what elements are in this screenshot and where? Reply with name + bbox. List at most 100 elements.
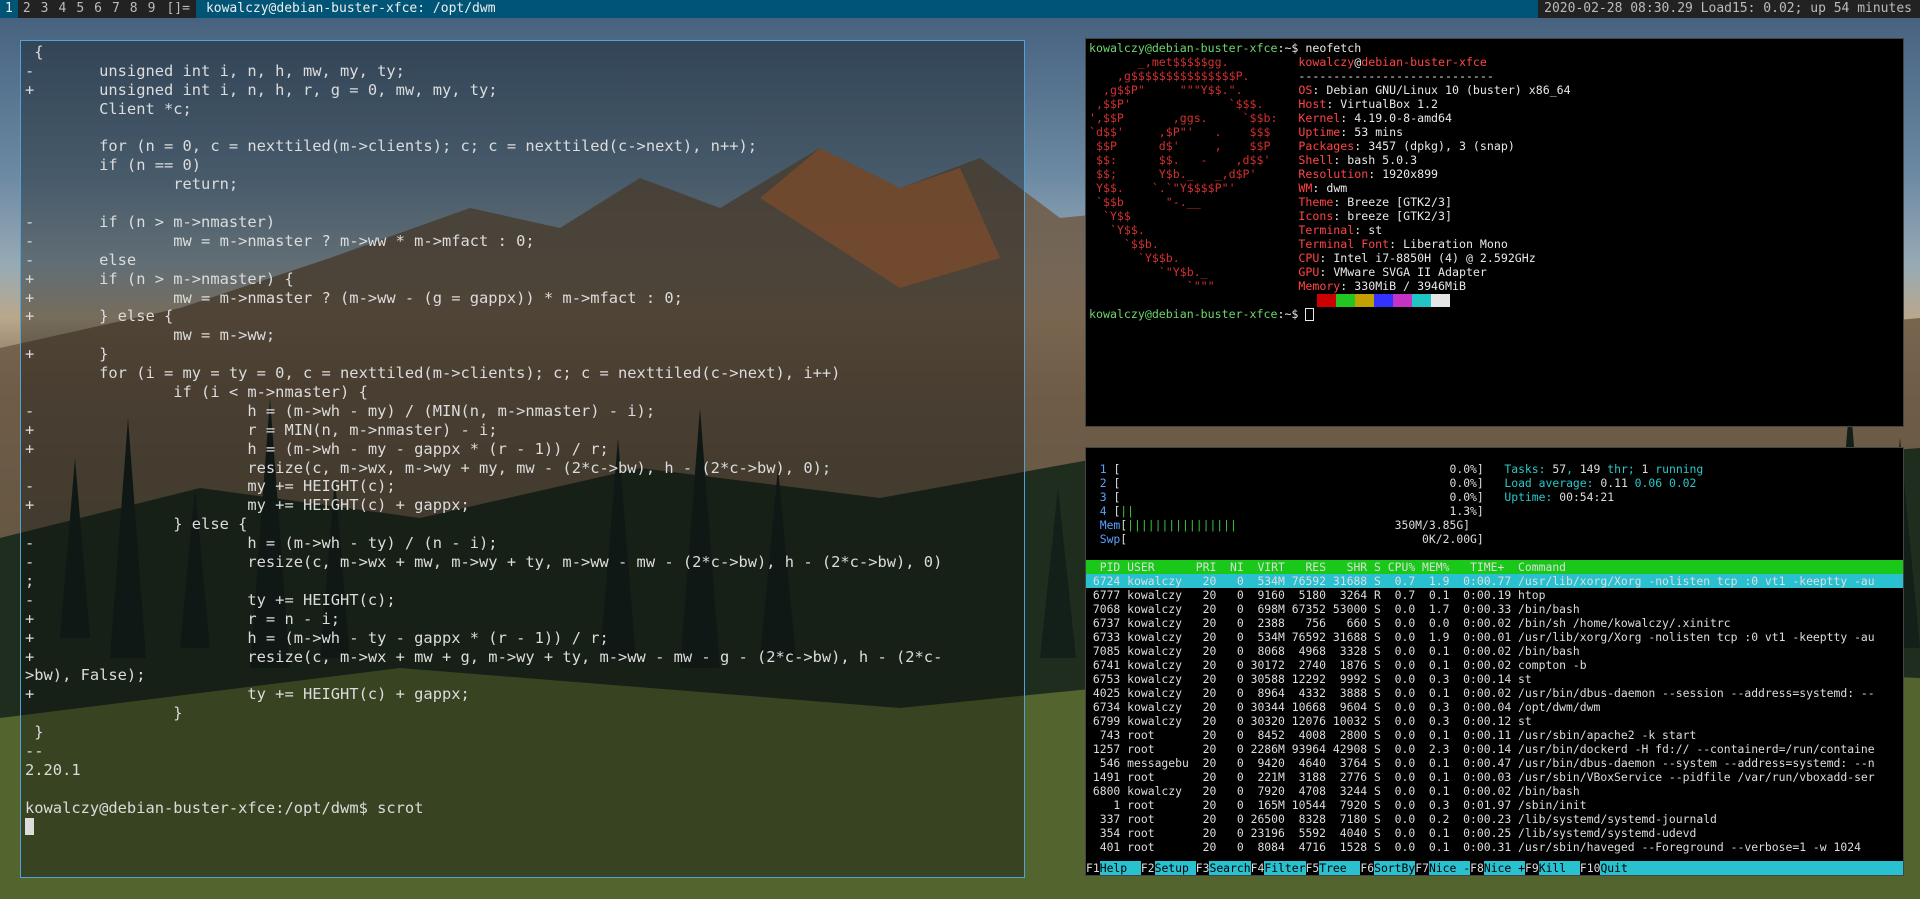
uptime-value: 00:54:21 — [1559, 490, 1615, 504]
tag-1[interactable]: 1 — [0, 0, 18, 18]
layout-symbol[interactable]: []= — [160, 0, 196, 18]
process-row[interactable]: 354 root 20 0 23196 5592 4040 S 0.0 0.1 … — [1086, 826, 1903, 840]
process-row[interactable]: 6734 kowalczy 20 0 30344 10668 9604 S 0.… — [1086, 700, 1903, 714]
fkey-label: Quit — [1600, 861, 1628, 875]
neofetch-line: `Y$$. Terminal: st — [1089, 223, 1383, 237]
fkey-label: Search — [1209, 861, 1251, 875]
fkey-label: Nice - — [1428, 861, 1471, 875]
htop-output: 1 [ 0.0%] Tasks: 57, 149 thr; 1 running … — [1086, 448, 1903, 854]
cpu-number: 4 — [1086, 504, 1114, 518]
process-row[interactable]: 6741 kowalczy 20 0 30172 2740 1876 S 0.0… — [1086, 658, 1903, 672]
fkey-filter[interactable]: F4Filter — [1250, 861, 1306, 875]
fkey-nice[interactable]: F8Nice + — [1470, 861, 1525, 875]
info-key: Icons — [1298, 209, 1334, 223]
fkey-help[interactable]: F1Help — [1086, 861, 1141, 875]
code-line: if (i < m->nmaster) { — [25, 383, 368, 402]
process-row[interactable]: 4025 kowalczy 20 0 8964 4332 3888 S 0.0 … — [1086, 686, 1903, 700]
window-title[interactable]: kowalczy@debian-buster-xfce: /opt/dwm — [196, 0, 1538, 18]
terminal-git-diff[interactable]: {- unsigned int i, n, h, mw, my, ty; + un… — [20, 40, 1025, 878]
cpu-bar — [1120, 462, 1442, 476]
process-row[interactable]: 401 root 20 0 8084 4716 1528 S 0.0 0.1 0… — [1086, 840, 1903, 854]
tag-2[interactable]: 2 — [17, 0, 36, 18]
neofetch-line: _,met$$$$$gg. kowalczy@debian-buster-xfc… — [1089, 55, 1487, 69]
color-swatch — [1298, 294, 1318, 307]
process-row[interactable]: 337 root 20 0 26500 8328 7180 S 0.0 0.2 … — [1086, 812, 1903, 826]
fkey-label: Tree — [1319, 861, 1361, 875]
code-line: } else { — [25, 515, 248, 534]
code-line: + r = n - i; — [25, 609, 341, 628]
code-line: - resize(c, m->wx + mw, m->wy + ty, m->w… — [25, 553, 943, 572]
process-row[interactable]: 1491 root 20 0 221M 3188 2776 S 0.0 0.1 … — [1086, 770, 1903, 784]
process-row[interactable]: 6724 kowalczy 20 0 534M 76592 31688 S 0.… — [1086, 574, 1903, 588]
tag-6[interactable]: 6 — [89, 0, 107, 18]
info-key: Kernel — [1298, 111, 1341, 125]
prompt-user: kowalczy@debian-buster-xfce — [1089, 307, 1278, 321]
process-row[interactable]: 7068 kowalczy 20 0 698M 67352 53000 S 0.… — [1086, 602, 1903, 616]
code-line: } — [25, 723, 44, 742]
fkey-quit[interactable]: F10Quit — [1579, 861, 1628, 875]
code-line: + h = (m->wh - my - gappx * (r - 1)) / r… — [25, 439, 609, 458]
htop-line: 3 [ 0.0%] Uptime: 00:54:21 — [1086, 490, 1615, 504]
htop-line: 2 [ 0.0%] Load average: 0.11 0.06 0.02 — [1086, 476, 1697, 490]
process-row[interactable]: 6799 kowalczy 20 0 30320 12076 10032 S 0… — [1086, 714, 1903, 728]
neofetch-line: `Y$$b. CPU: Intel i7-8850H (4) @ 2.592GH… — [1089, 251, 1536, 265]
tag-8[interactable]: 8 — [124, 0, 143, 18]
tag-9[interactable]: 9 — [142, 0, 161, 18]
cpu-percent: 0.0%] — [1442, 462, 1484, 476]
terminal-neofetch[interactable]: kowalczy@debian-buster-xfce:~$ neofetch … — [1085, 38, 1904, 427]
process-row[interactable]: 1 root 20 0 165M 10544 7920 S 0.0 0.3 0:… — [1086, 798, 1903, 812]
process-row[interactable]: 1257 root 20 0 2286M 93964 42908 S 0.0 2… — [1086, 742, 1903, 756]
info-value: bash 5.0.3 — [1347, 153, 1418, 167]
code-line: - h = (m->wh - ty) / (n - i); — [25, 534, 498, 553]
tag-7[interactable]: 7 — [106, 0, 125, 18]
process-row[interactable]: 6753 kowalczy 20 0 30588 12292 9992 S 0.… — [1086, 672, 1903, 686]
process-row[interactable]: 743 root 20 0 8452 4008 2800 S 0.0 0.1 0… — [1086, 728, 1903, 742]
prompt-command: scrot — [367, 798, 424, 817]
process-row[interactable]: 546 messagebu 20 0 9420 4640 3764 S 0.0 … — [1086, 756, 1903, 770]
neofetch-line: ,g$$P" """Y$$.". OS: Debian GNU/Linux 10… — [1089, 83, 1571, 97]
neofetch-separator: ---------------------------- — [1298, 69, 1494, 83]
fkey-tree[interactable]: F5Tree — [1305, 861, 1361, 875]
fkey-sortby[interactable]: F6SortBy — [1360, 861, 1416, 875]
tag-4[interactable]: 4 — [53, 0, 72, 18]
process-row[interactable]: 6800 kowalczy 20 0 7920 4708 3244 S 0.0 … — [1086, 784, 1903, 798]
tag-list: 1 2 3 4 5 6 7 8 9 — [0, 0, 161, 18]
neofetch-line: `"Y$b._ GPU: VMware SVGA II Adapter — [1089, 265, 1487, 279]
mem-label: Mem — [1086, 518, 1121, 532]
fkey-number: F3 — [1195, 861, 1210, 875]
fkey-label: Filter — [1264, 861, 1306, 875]
process-row[interactable]: 6777 kowalczy 20 0 9160 5180 3264 R 0.7 … — [1086, 588, 1903, 602]
swap-label: Swp — [1086, 532, 1121, 546]
terminal-htop[interactable]: 1 [ 0.0%] Tasks: 57, 149 thr; 1 running … — [1085, 447, 1904, 876]
process-row[interactable]: 6737 kowalczy 20 0 2388 756 660 S 0.0 0.… — [1086, 616, 1903, 630]
color-swatch — [1336, 294, 1356, 307]
code-line: for (i = my = ty = 0, c = nexttiled(m->c… — [25, 364, 841, 383]
fkey-kill[interactable]: F9Kill — [1525, 861, 1580, 875]
fkey-number: F8 — [1470, 861, 1484, 875]
code-line: Client *c; — [25, 99, 192, 118]
mem-bar: |||||||||||||||| — [1127, 518, 1395, 532]
neofetch-output: kowalczy@debian-buster-xfce:~$ neofetch … — [1086, 39, 1903, 321]
fkey-search[interactable]: F3Search — [1195, 861, 1251, 875]
process-row[interactable]: 7085 kowalczy 20 0 8068 4968 3328 S 0.0 … — [1086, 644, 1903, 658]
cpu-number: 1 — [1086, 462, 1114, 476]
neofetch-line: $$; Y$b._ _,d$P' Resolution: 1920x899 — [1089, 167, 1439, 181]
fkey-nice[interactable]: F7Nice - — [1415, 861, 1471, 875]
info-key: Shell — [1298, 153, 1334, 167]
fkey-number: F4 — [1250, 861, 1265, 875]
code-line: + } else { — [25, 307, 174, 326]
tag-5[interactable]: 5 — [71, 0, 90, 18]
fkey-number: F2 — [1140, 861, 1155, 875]
code-line: - unsigned int i, n, h, mw, my, ty; — [25, 61, 405, 80]
tag-3[interactable]: 3 — [35, 0, 54, 18]
process-row[interactable]: 6733 kowalczy 20 0 534M 76592 31688 S 0.… — [1086, 630, 1903, 644]
tasks-label: Tasks: — [1504, 462, 1553, 476]
code-line: mw = m->ww; — [25, 326, 276, 345]
code-line: + resize(c, m->wx + mw + g, m->wy + ty, … — [25, 647, 943, 666]
fkey-setup[interactable]: F2Setup — [1140, 861, 1196, 875]
cpu-number: 2 — [1086, 476, 1114, 490]
info-key: Memory — [1298, 279, 1341, 293]
debian-logo-line: `"Y$b._ — [1089, 265, 1299, 279]
info-value: VMware SVGA II Adapter — [1333, 265, 1487, 279]
